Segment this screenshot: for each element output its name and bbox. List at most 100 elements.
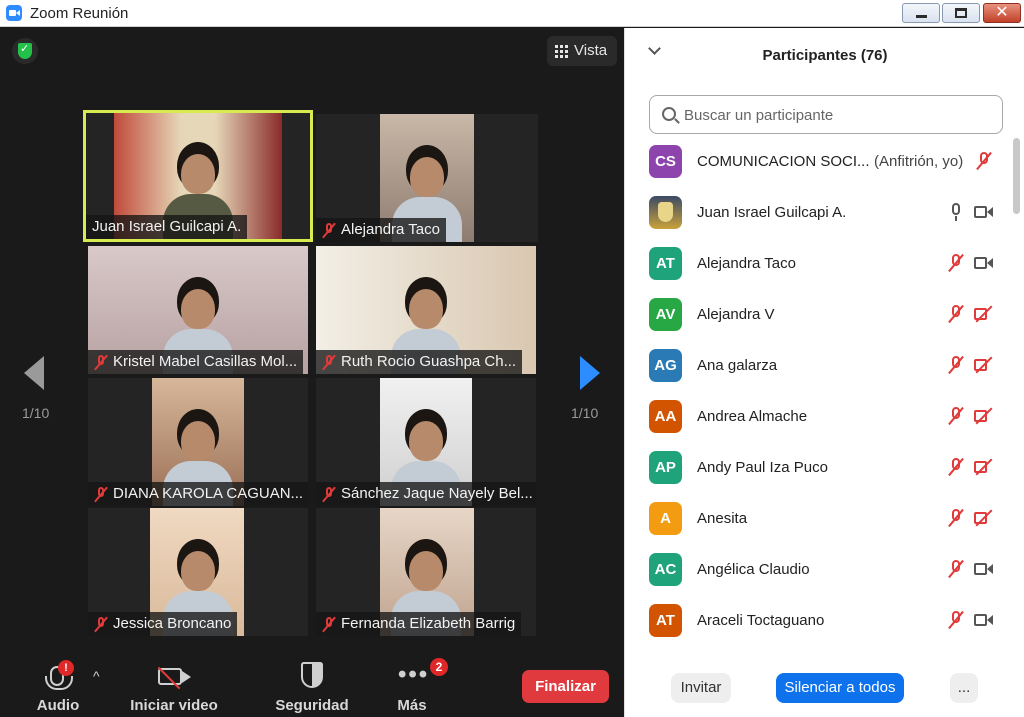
participant-name: COMUNICACION SOCI... bbox=[697, 153, 870, 170]
tile-name: Fernanda Elizabeth Barrig bbox=[341, 615, 516, 632]
participants-panel: Participantes (76) CS COMUNICACION SOCI..… bbox=[624, 28, 1024, 717]
mic-muted-icon[interactable] bbox=[947, 356, 965, 374]
mic-muted-icon[interactable] bbox=[947, 458, 965, 476]
mic-muted-icon[interactable] bbox=[947, 407, 965, 425]
tile-name-label: DIANA KAROLA CAGUAN... bbox=[88, 482, 308, 506]
participant-role: (Anfitrión, yo) bbox=[874, 153, 964, 170]
mute-all-button[interactable]: Silenciar a todos bbox=[776, 673, 904, 703]
mic-muted-icon bbox=[322, 354, 336, 370]
tile-name-label: Fernanda Elizabeth Barrig bbox=[316, 612, 522, 636]
video-camera-icon[interactable] bbox=[974, 562, 994, 576]
shield-icon bbox=[301, 662, 323, 688]
video-tile[interactable]: Kristel Mabel Casillas Mol... bbox=[88, 246, 308, 374]
tile-name: DIANA KAROLA CAGUAN... bbox=[113, 485, 304, 502]
tile-name: Jessica Broncano bbox=[113, 615, 232, 632]
audio-label: Audio bbox=[36, 697, 80, 714]
participant-name: Angélica Claudio bbox=[697, 561, 810, 578]
close-icon: ✕ bbox=[995, 4, 1009, 21]
mic-muted-icon[interactable] bbox=[947, 611, 965, 629]
meeting-toolbar: ! Audio ^ Iniciar video Seguridad ••• 2 … bbox=[0, 658, 624, 717]
video-tile[interactable]: Alejandra Taco bbox=[316, 114, 538, 242]
mic-muted-icon bbox=[322, 222, 336, 238]
avatar: AG bbox=[649, 349, 682, 382]
scrollbar-thumb[interactable] bbox=[1013, 138, 1020, 214]
mic-muted-icon[interactable] bbox=[947, 509, 965, 527]
mic-muted-icon bbox=[322, 486, 336, 502]
more-label: Más bbox=[397, 697, 427, 714]
page-indicator-right: 1/10 bbox=[571, 405, 599, 421]
participant-row[interactable]: CS COMUNICACION SOCI... (Anfitrión, yo) bbox=[625, 136, 1011, 187]
video-off-icon[interactable] bbox=[974, 511, 994, 525]
participant-row[interactable]: AT Alejandra Taco bbox=[625, 238, 1011, 289]
participant-row[interactable]: A Anesita bbox=[625, 493, 1011, 544]
mic-muted-icon[interactable] bbox=[975, 152, 993, 170]
more-options-button[interactable]: ... bbox=[950, 673, 978, 703]
next-page-arrow-icon[interactable] bbox=[580, 356, 600, 390]
close-window-button[interactable]: ✕ bbox=[983, 3, 1021, 23]
video-camera-icon[interactable] bbox=[974, 256, 994, 270]
audio-options-caret-icon[interactable]: ^ bbox=[93, 668, 100, 684]
mic-muted-icon[interactable] bbox=[947, 305, 965, 323]
participant-row[interactable]: AT Araceli Toctaguano bbox=[625, 595, 1011, 646]
mic-muted-icon[interactable] bbox=[947, 254, 965, 272]
microphone-icon[interactable] bbox=[947, 203, 965, 221]
tile-name-label: Alejandra Taco bbox=[316, 218, 446, 242]
video-off-icon[interactable] bbox=[974, 460, 994, 474]
maximize-button[interactable] bbox=[942, 3, 980, 23]
participant-row[interactable]: AV Alejandra V bbox=[625, 289, 1011, 340]
video-camera-icon[interactable] bbox=[974, 613, 994, 627]
video-tile[interactable]: Fernanda Elizabeth Barrig bbox=[316, 508, 536, 636]
encryption-badge[interactable] bbox=[12, 38, 38, 64]
tile-name: Kristel Mabel Casillas Mol... bbox=[113, 353, 298, 370]
end-meeting-button[interactable]: Finalizar bbox=[522, 670, 609, 703]
tile-name-label: Jessica Broncano bbox=[88, 612, 238, 636]
window-title: Zoom Reunión bbox=[30, 5, 129, 22]
avatar: AP bbox=[649, 451, 682, 484]
participant-row[interactable]: AP Andy Paul Iza Puco bbox=[625, 442, 1011, 493]
zoom-app-icon bbox=[6, 5, 22, 21]
mic-muted-icon[interactable] bbox=[947, 560, 965, 578]
video-tile[interactable]: Sánchez Jaque Nayely Bel... bbox=[316, 378, 536, 506]
participant-row[interactable]: AG Ana galarza bbox=[625, 340, 1011, 391]
participant-name: Alejandra V bbox=[697, 306, 775, 323]
avatar: AC bbox=[649, 553, 682, 586]
invite-button[interactable]: Invitar bbox=[671, 673, 731, 703]
previous-page-arrow-icon[interactable] bbox=[24, 356, 44, 390]
participant-row[interactable]: Juan Israel Guilcapi A. bbox=[625, 187, 1011, 238]
participant-list: CS COMUNICACION SOCI... (Anfitrión, yo) Jua… bbox=[625, 136, 1011, 646]
participant-row[interactable]: AA Andrea Almache bbox=[625, 391, 1011, 442]
avatar: AT bbox=[649, 604, 682, 637]
participant-name: Ana galarza bbox=[697, 357, 778, 374]
minimize-button[interactable] bbox=[902, 3, 940, 23]
more-count-badge: 2 bbox=[430, 658, 448, 676]
shield-check-icon bbox=[18, 42, 32, 59]
view-label: Vista bbox=[574, 42, 608, 59]
video-tile[interactable]: Jessica Broncano bbox=[88, 508, 308, 636]
participant-name: Alejandra Taco bbox=[697, 255, 796, 272]
search-input[interactable] bbox=[684, 104, 984, 126]
participant-row[interactable]: AC Angélica Claudio bbox=[625, 544, 1011, 595]
video-tile[interactable]: DIANA KAROLA CAGUAN... bbox=[88, 378, 308, 506]
search-icon bbox=[662, 107, 676, 121]
video-off-icon[interactable] bbox=[974, 409, 994, 423]
video-off-icon[interactable] bbox=[974, 307, 994, 321]
security-label: Seguridad bbox=[275, 697, 349, 714]
grid-icon bbox=[555, 44, 568, 58]
avatar bbox=[649, 196, 682, 229]
participant-search[interactable] bbox=[649, 95, 1003, 134]
video-off-icon bbox=[158, 668, 182, 685]
view-button[interactable]: Vista bbox=[547, 36, 618, 66]
participant-name: Anesita bbox=[697, 510, 748, 527]
participant-name: Andrea Almache bbox=[697, 408, 808, 425]
tile-name-label: Ruth Rocio Guashpa Ch... bbox=[316, 350, 523, 374]
avatar: AA bbox=[649, 400, 682, 433]
audio-alert-badge: ! bbox=[58, 660, 74, 676]
start-video-label: Iniciar video bbox=[130, 697, 218, 714]
video-tile[interactable]: Juan Israel Guilcapi A. bbox=[83, 110, 313, 242]
video-off-icon[interactable] bbox=[974, 358, 994, 372]
participant-name: Andy Paul Iza Puco bbox=[697, 459, 828, 476]
participant-name: Araceli Toctaguano bbox=[697, 612, 825, 629]
video-tile[interactable]: Ruth Rocio Guashpa Ch... bbox=[316, 246, 536, 374]
video-camera-icon[interactable] bbox=[974, 205, 994, 219]
participant-name: Juan Israel Guilcapi A. bbox=[697, 204, 847, 221]
